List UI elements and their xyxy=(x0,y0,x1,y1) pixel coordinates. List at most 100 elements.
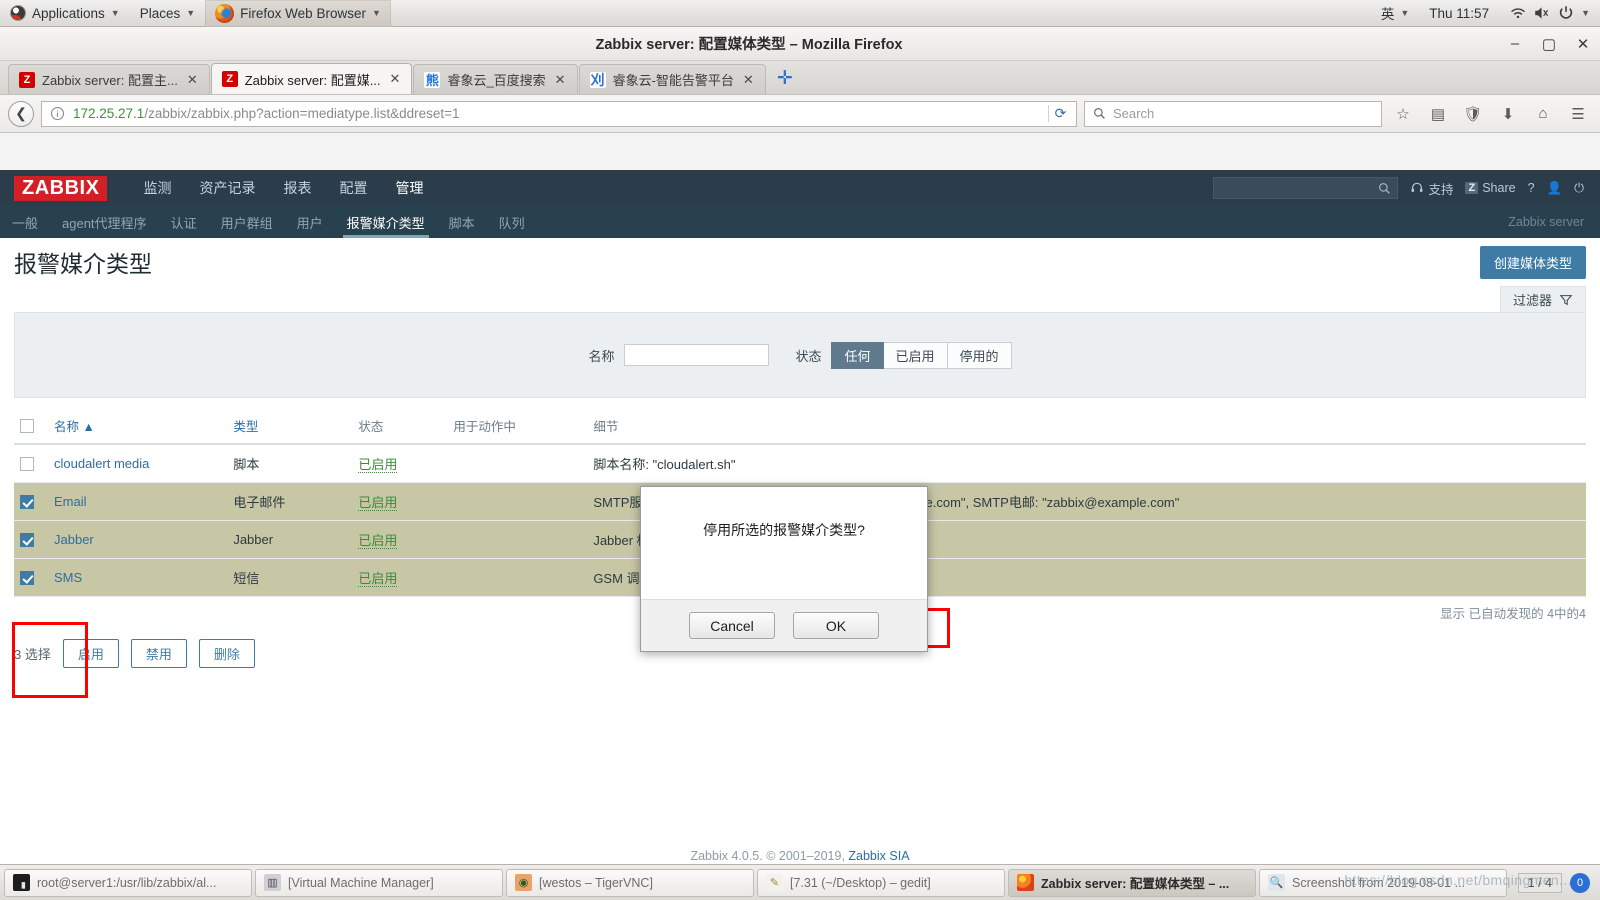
row-name-cell: SMS xyxy=(48,558,228,597)
close-icon[interactable]: ✕ xyxy=(388,71,403,87)
subnav-item-authentication[interactable]: 认证 xyxy=(159,206,209,238)
column-header-name[interactable]: 名称 ▲ xyxy=(48,408,228,445)
nav-item-configuration[interactable]: 配置 xyxy=(325,170,381,206)
browser-tab-4[interactable]: 刈 睿象云-智能告警平台 ✕ xyxy=(578,64,766,94)
search-bar[interactable]: Search xyxy=(1084,100,1382,127)
nav-item-monitoring[interactable]: 监测 xyxy=(129,170,185,206)
new-tab-button[interactable]: ✛ xyxy=(767,67,803,94)
row-checkbox[interactable] xyxy=(20,457,34,472)
system-status-area[interactable]: ▼ xyxy=(1499,0,1600,27)
url-bar[interactable]: 172.25.27.1/zabbix/zabbix.php?action=med… xyxy=(41,100,1077,127)
row-checkbox[interactable] xyxy=(20,571,34,586)
task-virtual-machine-manager[interactable]: ▥ [Virtual Machine Manager] xyxy=(255,868,503,897)
places-menu[interactable]: Places ▼ xyxy=(130,0,205,27)
subnav-item-media-types[interactable]: 报警媒介类型 xyxy=(335,206,437,238)
menu-icon[interactable]: ☰ xyxy=(1564,101,1592,127)
filter-status-option-any[interactable]: 任何 xyxy=(831,341,884,369)
task-firefox[interactable]: Zabbix server: 配置媒体类型 – ... xyxy=(1008,868,1256,897)
home-icon[interactable]: ⌂ xyxy=(1529,101,1557,127)
enable-button[interactable]: 启用 xyxy=(62,639,119,668)
page-info-icon[interactable] xyxy=(50,106,65,121)
row-actions-cell xyxy=(447,482,588,521)
search-input-placeholder: Search xyxy=(1113,106,1155,121)
shield-icon[interactable]: 🛡 xyxy=(1459,101,1487,127)
share-link[interactable]: Z Share xyxy=(1465,181,1516,195)
browser-tab-3[interactable]: 熊 睿象云_百度搜索 ✕ xyxy=(413,64,578,94)
task-firefox-label: Zabbix server: 配置媒体类型 – ... xyxy=(1041,877,1230,891)
status-badge[interactable]: 已启用 xyxy=(358,533,398,549)
media-type-link[interactable]: SMS xyxy=(54,570,82,585)
close-icon[interactable]: ✕ xyxy=(185,72,200,88)
library-icon[interactable]: ▤ xyxy=(1424,101,1452,127)
filter-tab[interactable]: 过滤器 xyxy=(1499,286,1586,312)
task-gedit[interactable]: ✎ [7.31 (~/Desktop) – gedit] xyxy=(757,868,1005,897)
subnav-item-user-groups[interactable]: 用户群组 xyxy=(209,206,285,238)
input-method-indicator[interactable]: 英 ▼ xyxy=(1371,0,1419,27)
nav-item-reports[interactable]: 报表 xyxy=(269,170,325,206)
reload-button[interactable]: ⟳ xyxy=(1048,105,1072,122)
cancel-button[interactable]: Cancel xyxy=(689,612,775,639)
media-type-link[interactable]: Jabber xyxy=(54,532,94,547)
subnav-item-general[interactable]: 一般 xyxy=(0,206,50,238)
subnav-item-scripts[interactable]: 脚本 xyxy=(437,206,487,238)
media-type-link[interactable]: cloudalert media xyxy=(54,456,149,471)
close-button[interactable]: ✕ xyxy=(1566,27,1600,61)
gedit-icon: ✎ xyxy=(766,874,783,891)
back-button[interactable]: ❮ xyxy=(8,100,34,127)
disable-button[interactable]: 禁用 xyxy=(130,639,187,668)
row-checkbox[interactable] xyxy=(20,495,34,510)
browser-tab-1[interactable]: Z Zabbix server: 配置主... ✕ xyxy=(8,64,210,94)
row-name-cell: Email xyxy=(48,482,228,521)
task-screenshot[interactable]: 🔍 Screenshot from 2019-08-01 ... xyxy=(1259,868,1507,897)
screenshot-icon: 🔍 xyxy=(1268,874,1285,891)
nav-item-administration[interactable]: 管理 xyxy=(381,170,437,207)
applications-menu[interactable]: Applications ▼ xyxy=(0,0,130,27)
row-checkbox[interactable] xyxy=(20,533,34,548)
active-application-menu[interactable]: Firefox Web Browser ▼ xyxy=(205,0,391,27)
filter-status-option-disabled[interactable]: 停用的 xyxy=(947,341,1012,369)
browser-tab-2[interactable]: Z Zabbix server: 配置媒... ✕ xyxy=(210,63,413,94)
filter-tab-row: 过滤器 xyxy=(14,286,1586,312)
selection-count: 3 选择 xyxy=(14,647,51,662)
subnav-item-queue[interactable]: 队列 xyxy=(487,206,537,238)
row-details-cell: 脚本名称: "cloudalert.sh" xyxy=(587,444,1586,483)
select-all-checkbox[interactable] xyxy=(20,418,34,433)
download-icon[interactable]: ⬇ xyxy=(1494,101,1522,127)
delete-button[interactable]: 删除 xyxy=(198,639,255,668)
ok-button[interactable]: OK xyxy=(793,612,879,639)
bookmark-star-icon[interactable]: ☆ xyxy=(1389,101,1417,127)
table-row[interactable]: cloudalert media 脚本 已启用 脚本名称: "cloudaler… xyxy=(14,444,1586,483)
zabbix-logo[interactable]: ZABBIX xyxy=(14,175,108,201)
row-select-cell xyxy=(14,482,48,521)
filter-status-segmented-control: 任何 已启用 停用的 xyxy=(831,341,1012,369)
media-type-link[interactable]: Email xyxy=(54,494,87,509)
status-badge[interactable]: 已启用 xyxy=(358,495,398,511)
user-profile-icon[interactable]: 👤 xyxy=(1547,181,1563,196)
filter-name-input[interactable] xyxy=(624,344,770,366)
row-select-cell xyxy=(14,558,48,597)
close-icon[interactable]: ✕ xyxy=(741,72,756,88)
filter-status-option-enabled[interactable]: 已启用 xyxy=(883,341,948,369)
minimize-button[interactable]: ‒ xyxy=(1498,27,1532,61)
close-icon[interactable]: ✕ xyxy=(553,72,568,88)
task-terminal[interactable]: ▗ root@server1:/usr/lib/zabbix/al... xyxy=(4,868,252,897)
subnav-item-proxies[interactable]: agent代理程序 xyxy=(50,206,159,238)
task-tigervnc-label: [westos – TigerVNC] xyxy=(539,875,653,890)
workspace-switcher[interactable]: 1 / 4 0 xyxy=(1517,872,1596,893)
task-tigervnc[interactable]: ◉ [westos – TigerVNC] xyxy=(506,868,754,897)
row-select-cell xyxy=(14,444,48,483)
help-icon[interactable]: ? xyxy=(1528,181,1535,195)
status-badge[interactable]: 已启用 xyxy=(358,457,398,473)
column-header-type[interactable]: 类型 xyxy=(227,408,353,445)
clock[interactable]: Thu 11:57 xyxy=(1419,0,1499,27)
support-link[interactable]: 支持 xyxy=(1410,179,1453,198)
global-search-input[interactable] xyxy=(1213,177,1399,199)
nav-item-inventory[interactable]: 资产记录 xyxy=(185,170,269,206)
row-name-cell: cloudalert media xyxy=(48,444,228,483)
sign-out-icon[interactable]: ⏻ xyxy=(1574,181,1584,196)
subnav-item-users[interactable]: 用户 xyxy=(285,206,335,238)
status-badge[interactable]: 已启用 xyxy=(358,571,398,587)
create-media-type-button[interactable]: 创建媒体类型 xyxy=(1479,245,1586,279)
footer-link[interactable]: Zabbix SIA xyxy=(848,849,909,863)
maximize-button[interactable]: ▢ xyxy=(1532,27,1566,61)
